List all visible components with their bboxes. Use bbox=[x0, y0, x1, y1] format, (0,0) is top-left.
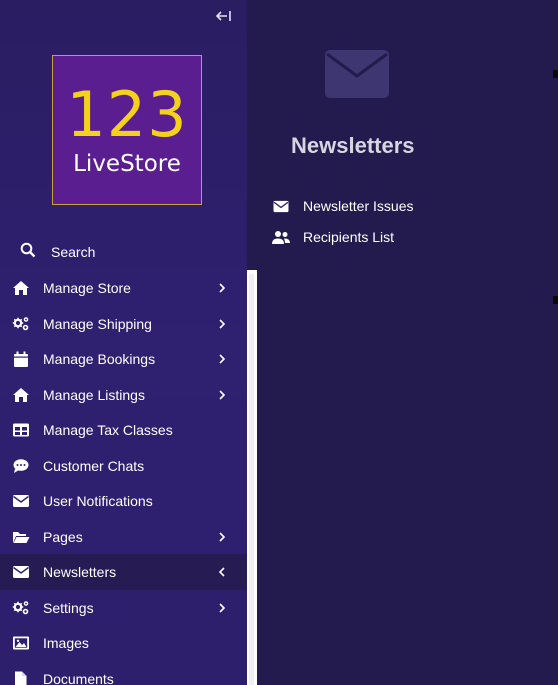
document-icon bbox=[12, 671, 30, 685]
cogs-icon bbox=[12, 600, 30, 616]
image-icon bbox=[12, 635, 30, 651]
sidebar-item-manage-store[interactable]: Manage Store bbox=[0, 270, 247, 306]
search-label: Search bbox=[51, 244, 96, 260]
sidebar-scrollbar[interactable] bbox=[247, 270, 257, 685]
sidebar-nav: Manage Store Manage Shipping Manage Book… bbox=[0, 270, 247, 685]
sidebar-item-label: Settings bbox=[43, 599, 94, 616]
scrollbar-thumb[interactable] bbox=[249, 274, 254, 685]
sidebar-item-label: Customer Chats bbox=[43, 457, 145, 474]
edge-marker bbox=[553, 70, 558, 78]
sidebar-item-newsletters[interactable]: Newsletters bbox=[0, 554, 247, 590]
chevron-right-icon bbox=[216, 602, 228, 614]
link-label: Newsletter Issues bbox=[303, 198, 414, 214]
chevron-right-icon bbox=[216, 318, 228, 330]
sidebar-item-label: Newsletters bbox=[43, 564, 117, 580]
chevron-right-icon bbox=[216, 531, 228, 543]
home-icon bbox=[12, 280, 30, 296]
sidebar-item-images[interactable]: Images bbox=[0, 625, 247, 661]
sidebar-item-label: Images bbox=[43, 635, 89, 651]
sidebar-item-manage-shipping[interactable]: Manage Shipping bbox=[0, 306, 247, 342]
chevron-right-icon bbox=[216, 389, 228, 401]
link-newsletter-issues[interactable]: Newsletter Issues bbox=[271, 196, 551, 218]
chevron-left-icon bbox=[216, 566, 228, 578]
envelope-icon bbox=[325, 50, 389, 98]
envelope-icon bbox=[12, 493, 30, 509]
sidebar-item-pages[interactable]: Pages bbox=[0, 519, 247, 555]
edge-marker bbox=[553, 296, 558, 304]
sidebar-item-manage-listings[interactable]: Manage Listings bbox=[0, 377, 247, 413]
users-icon bbox=[271, 230, 291, 245]
home-icon bbox=[12, 387, 30, 403]
link-recipients-list[interactable]: Recipients List bbox=[271, 227, 551, 249]
sidebar-item-user-notifications[interactable]: User Notifications bbox=[0, 483, 247, 519]
sidebar-item-customer-chats[interactable]: Customer Chats bbox=[0, 448, 247, 484]
sidebar-item-documents[interactable]: Documents bbox=[0, 661, 247, 685]
logo-word: LiveStore bbox=[73, 151, 181, 177]
table-icon bbox=[12, 422, 30, 438]
sidebar-item-label: Documents bbox=[43, 670, 114, 685]
calendar-icon bbox=[12, 351, 30, 367]
link-label: Recipients List bbox=[303, 229, 395, 245]
sidebar-item-label: Manage Tax Classes bbox=[43, 422, 173, 438]
sidebar: 123 LiveStore Search Manage Store Manage… bbox=[0, 0, 247, 685]
page-title: Newsletters bbox=[291, 133, 415, 158]
sidebar-item-label: Pages bbox=[43, 528, 83, 545]
search-button[interactable]: Search bbox=[0, 238, 247, 266]
sidebar-item-label: Manage Listings bbox=[43, 386, 145, 403]
sidebar-item-manage-bookings[interactable]: Manage Bookings bbox=[0, 341, 247, 377]
logo-number: 123 bbox=[66, 78, 188, 151]
envelope-icon bbox=[271, 199, 291, 214]
folder-open-icon bbox=[12, 529, 30, 545]
chevron-right-icon bbox=[216, 282, 228, 294]
sidebar-item-label: User Notifications bbox=[43, 493, 153, 509]
chevron-right-icon bbox=[216, 353, 228, 365]
collapse-left-icon[interactable] bbox=[213, 9, 235, 27]
envelope-icon bbox=[12, 564, 30, 580]
search-icon bbox=[20, 242, 36, 258]
chat-icon bbox=[12, 458, 30, 474]
sidebar-item-label: Manage Store bbox=[43, 280, 131, 296]
sidebar-item-label: Manage Shipping bbox=[43, 315, 152, 332]
cogs-icon bbox=[12, 316, 30, 332]
sidebar-item-settings[interactable]: Settings bbox=[0, 590, 247, 626]
sidebar-item-manage-tax-classes[interactable]: Manage Tax Classes bbox=[0, 412, 247, 448]
sidebar-item-label: Manage Bookings bbox=[43, 351, 156, 367]
store-logo[interactable]: 123 LiveStore bbox=[52, 55, 202, 205]
